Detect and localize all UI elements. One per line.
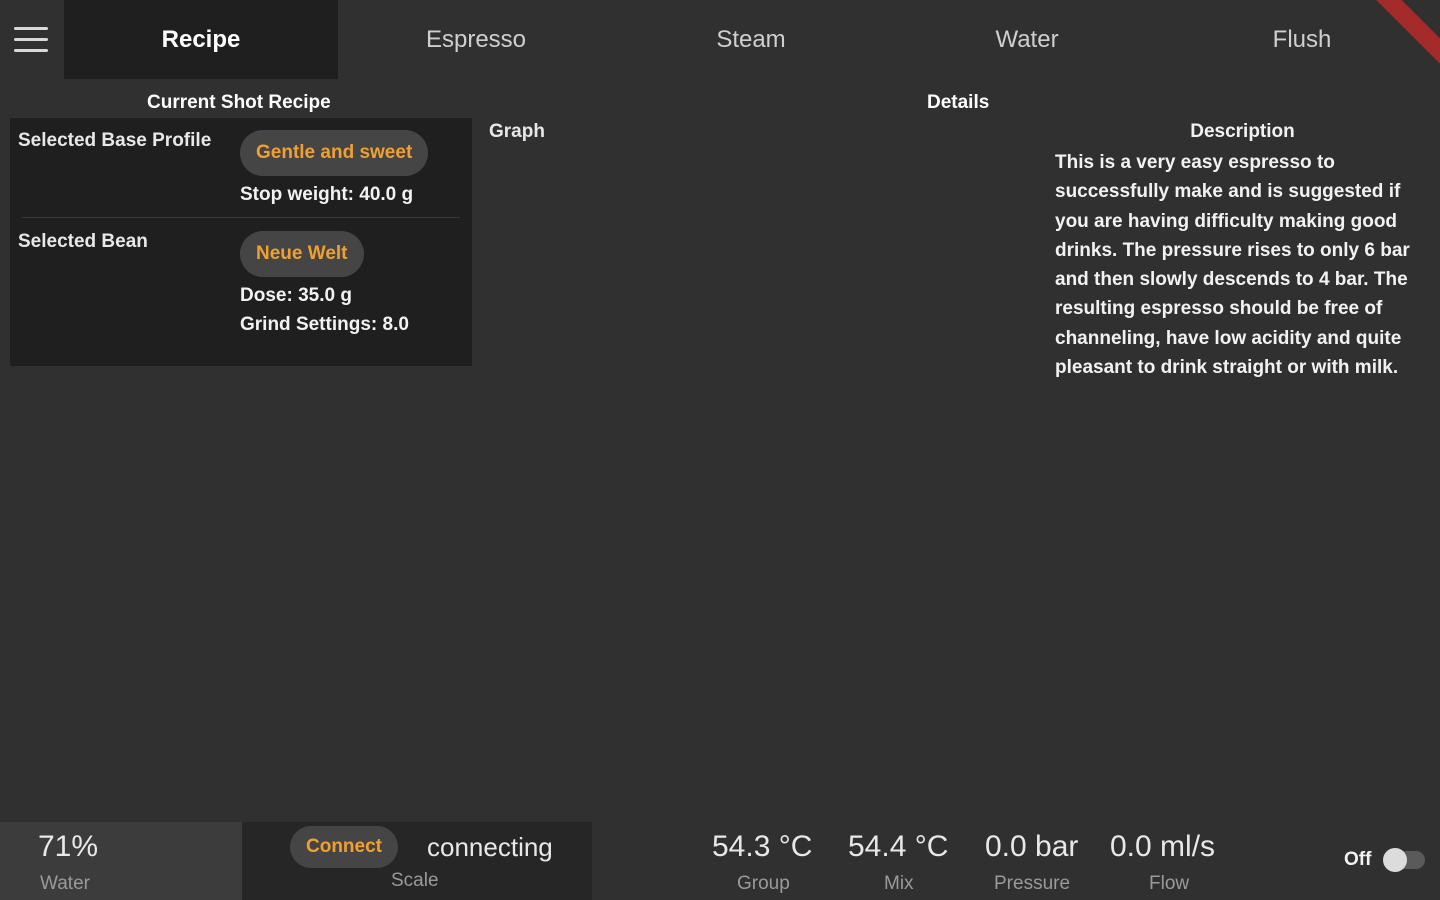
pressure-value: 0.0 bar	[985, 830, 1079, 863]
card-divider	[22, 217, 460, 218]
details-title: Details	[927, 92, 990, 113]
group-temp-value: 54.3 °C	[712, 830, 813, 863]
tab-recipe[interactable]: Recipe	[64, 0, 338, 79]
description-text: This is a very easy espresso to successf…	[1055, 152, 1410, 379]
stop-weight-text: Stop weight: 40.0 g	[240, 184, 414, 205]
mix-temp-value: 54.4 °C	[848, 830, 949, 863]
grind-settings-text: Grind Settings: 8.0	[240, 314, 409, 335]
tab-espresso[interactable]: Espresso	[339, 0, 613, 79]
tab-water[interactable]: Water	[890, 0, 1164, 79]
power-toggle[interactable]	[1383, 848, 1425, 872]
mix-temp-label: Mix	[884, 873, 914, 894]
status-bar: 71% Water Connect connecting Scale 54.3 …	[0, 822, 1440, 900]
recipe-card: Selected Base Profile Gentle and sweet S…	[10, 118, 472, 366]
power-toggle-label: Off	[1344, 849, 1372, 870]
toggle-knob	[1383, 848, 1407, 872]
description-title: Description	[1190, 121, 1295, 142]
scale-status-text: connecting	[427, 832, 553, 862]
base-profile-label: Selected Base Profile	[18, 130, 212, 151]
graph-label: Graph	[489, 121, 545, 142]
top-tab-bar: Recipe Espresso Steam Water Flush	[0, 0, 1440, 80]
tab-steam[interactable]: Steam	[614, 0, 888, 79]
connect-scale-button[interactable]: Connect	[290, 826, 398, 868]
base-profile-chip[interactable]: Gentle and sweet	[240, 130, 429, 176]
bean-chip[interactable]: Neue Welt	[240, 231, 364, 277]
app-root: Recipe Espresso Steam Water Flush Curren…	[0, 0, 1440, 900]
bean-label: Selected Bean	[18, 231, 148, 252]
water-level-panel: 71% Water	[0, 822, 242, 900]
scale-panel: Connect connecting Scale	[242, 822, 592, 900]
current-shot-recipe-title: Current Shot Recipe	[147, 92, 331, 113]
water-level-label: Water	[40, 873, 90, 894]
hamburger-menu-icon[interactable]	[10, 22, 54, 58]
scale-label: Scale	[391, 870, 439, 891]
pressure-label: Pressure	[994, 873, 1071, 894]
sensors-panel: 54.3 °C Group 54.4 °C Mix 0.0 bar Pressu…	[592, 822, 1440, 900]
water-level-value: 71%	[38, 830, 99, 863]
flow-value: 0.0 ml/s	[1110, 830, 1216, 863]
group-temp-label: Group	[737, 873, 790, 894]
flow-label: Flow	[1149, 873, 1190, 894]
dose-text: Dose: 35.0 g	[240, 285, 352, 306]
